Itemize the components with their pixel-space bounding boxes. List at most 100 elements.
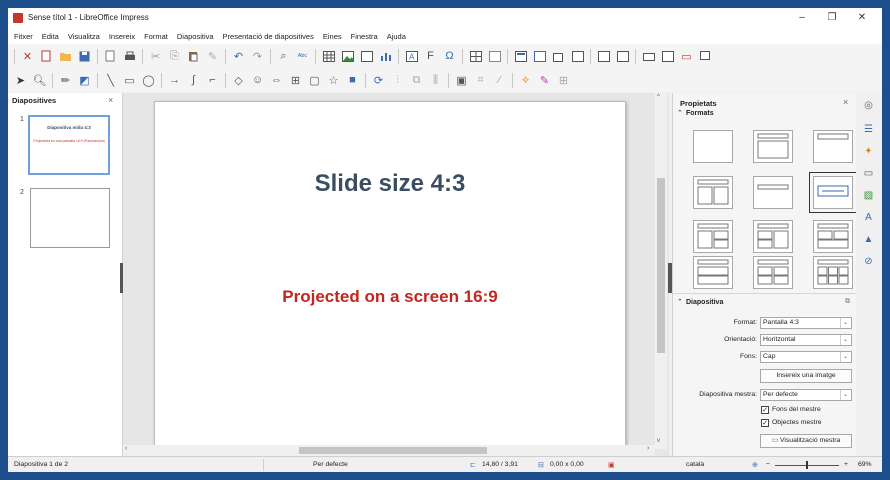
master-objects-checkbox[interactable]: ✓ [761, 419, 769, 427]
line-icon[interactable]: ╲ [104, 74, 117, 87]
menu-insereix[interactable]: Insereix [109, 32, 135, 41]
layout-title-2-rows[interactable] [693, 256, 733, 289]
cut-icon[interactable]: ✂ [149, 50, 162, 63]
fill-color-icon[interactable]: ◩ [78, 74, 91, 87]
minimize-button[interactable]: – [788, 10, 816, 26]
media-icon[interactable] [360, 50, 373, 63]
find-replace-icon[interactable]: ⌕ [277, 50, 290, 63]
shadow-icon[interactable] [699, 50, 712, 63]
stars-icon[interactable]: ☆ [327, 74, 340, 87]
table-icon[interactable] [322, 50, 335, 63]
zoom-icon[interactable]: 🔍︎ [33, 74, 47, 87]
sidebar-settings-icon[interactable]: ◎ [862, 99, 875, 112]
scroll-left-icon[interactable]: ‹ [125, 445, 127, 452]
menu-presentacio[interactable]: Presentació de diapositives [223, 32, 314, 41]
more-options-icon[interactable]: ⧉ [845, 298, 850, 306]
master-view-button[interactable]: ▭ Visualització mestra [760, 434, 852, 448]
shadow-toggle-icon[interactable]: ▣ [455, 74, 468, 87]
layout-title-content-over[interactable] [813, 220, 853, 253]
format-dropdown[interactable]: Pantalla 4:3 ⌄ [760, 317, 852, 329]
orientation-dropdown[interactable]: Horitzontal ⌄ [760, 334, 852, 346]
helplines-icon[interactable] [488, 50, 501, 63]
zoom-level[interactable]: 69% [858, 461, 872, 468]
fontwork-icon[interactable]: F [424, 50, 437, 63]
save-icon[interactable] [78, 50, 91, 63]
master-slide-icon[interactable] [597, 50, 610, 63]
curve-icon[interactable]: ∫ [187, 74, 200, 87]
callout-icon[interactable]: ▢ [308, 74, 321, 87]
align-icon[interactable]: ⫶ [391, 74, 404, 87]
properties-deck-icon[interactable]: ☰ [862, 123, 875, 136]
horizontal-scrollbar[interactable]: ‹ › [123, 445, 655, 456]
spelling-icon[interactable]: ᴬᵇᶜ [296, 50, 309, 63]
background-dropdown[interactable]: Cap ⌄ [760, 351, 852, 363]
textbox-icon[interactable]: A [405, 50, 418, 63]
3d-objects-icon[interactable]: ■ [346, 74, 359, 87]
document-modified-icon[interactable]: ▣ [608, 461, 614, 469]
diapositiva-collapse-icon[interactable]: ⌃ [677, 298, 683, 306]
symbol-shapes-icon[interactable]: ☺ [251, 74, 264, 87]
slide-subtitle-text[interactable]: Projected on a screen 16:9 [155, 287, 625, 307]
flowchart-icon[interactable]: ⊞ [289, 74, 302, 87]
slide-title-text[interactable]: Slide size 4:3 [155, 170, 625, 198]
image-icon[interactable] [341, 50, 354, 63]
horizontal-scroll-thumb[interactable] [299, 447, 487, 454]
layout-title-6-content[interactable] [813, 256, 853, 289]
menu-fitxer[interactable]: Fitxer [14, 32, 33, 41]
layout-blank[interactable] [693, 130, 733, 163]
menu-finestra[interactable]: Finestra [351, 32, 378, 41]
close-window-button[interactable]: ✕ [848, 10, 876, 26]
slide-pane-close-button[interactable]: × [108, 95, 113, 105]
block-arrows-icon[interactable]: ⇔ [270, 74, 283, 87]
scroll-right-icon[interactable]: › [647, 445, 649, 452]
properties-close-button[interactable]: × [843, 97, 848, 107]
start-slideshow-icon[interactable] [616, 50, 629, 63]
layout-title-4-content[interactable] [753, 256, 793, 289]
distribute-icon[interactable]: ⫼ [429, 74, 442, 87]
menu-format[interactable]: Format [144, 32, 168, 41]
filter-icon[interactable]: ⁄ [493, 74, 506, 87]
layout-title-slide[interactable] [753, 176, 793, 209]
master-slide-dropdown[interactable]: Per defecte ⌄ [760, 389, 852, 401]
slide-transition-icon[interactable]: ✦ [862, 145, 875, 158]
menu-ajuda[interactable]: Ajuda [387, 32, 406, 41]
line-color-icon[interactable]: ✏ [59, 74, 72, 87]
master-background-checkbox[interactable]: ✓ [761, 406, 769, 414]
scroll-down-icon[interactable]: v [657, 438, 660, 444]
redo-icon[interactable]: ↷ [251, 50, 264, 63]
menu-diapositiva[interactable]: Diapositiva [177, 32, 214, 41]
duplicate-slide-icon[interactable] [552, 50, 565, 63]
animation-icon[interactable]: ▭ [862, 167, 875, 180]
transition-icon[interactable] [642, 50, 655, 63]
layout-title-2-content-2[interactable] [753, 220, 793, 253]
restore-button[interactable]: ❐ [818, 10, 846, 26]
zoom-out-icon[interactable]: − [766, 461, 770, 468]
shapes-icon[interactable]: ⊘ [862, 255, 875, 268]
open-folder-icon[interactable] [59, 50, 72, 63]
insert-image-button[interactable]: Insereix una imatge [760, 369, 852, 383]
chart-icon[interactable] [379, 50, 392, 63]
delete-slide-icon[interactable] [571, 50, 584, 63]
toggle-extrusion-icon[interactable]: ⟡ [519, 74, 532, 87]
new-doc-icon[interactable] [40, 50, 53, 63]
styles-icon[interactable]: A [862, 211, 875, 224]
menu-visualitza[interactable]: Visualitza [68, 32, 100, 41]
show-draw-functions-icon[interactable] [661, 50, 674, 63]
undo-icon[interactable]: ↶ [232, 50, 245, 63]
zoom-in-icon[interactable]: + [844, 461, 848, 468]
slide-canvas[interactable]: Slide size 4:3 Projected on a screen 16:… [154, 101, 626, 451]
new-slide-icon[interactable] [533, 50, 546, 63]
points-icon[interactable]: ✎ [538, 74, 551, 87]
export-pdf-icon[interactable] [104, 50, 117, 63]
layout-title-2-content[interactable] [693, 176, 733, 209]
layout-title-content[interactable] [753, 130, 793, 163]
rotate-icon[interactable]: ⟳ [372, 74, 385, 87]
crop-icon[interactable]: ⌗ [474, 74, 487, 87]
layout-title-only[interactable] [813, 130, 853, 163]
menu-edita[interactable]: Edita [42, 32, 59, 41]
vertical-scroll-thumb[interactable] [657, 178, 665, 353]
scroll-up-icon[interactable]: ^ [657, 94, 660, 100]
slide-thumbnail-1[interactable]: Diapositiva mida 4:3 Projectada en una p… [28, 115, 110, 175]
rectangle-icon[interactable]: ▭ [123, 74, 136, 87]
slide-layout-icon[interactable] [514, 50, 527, 63]
